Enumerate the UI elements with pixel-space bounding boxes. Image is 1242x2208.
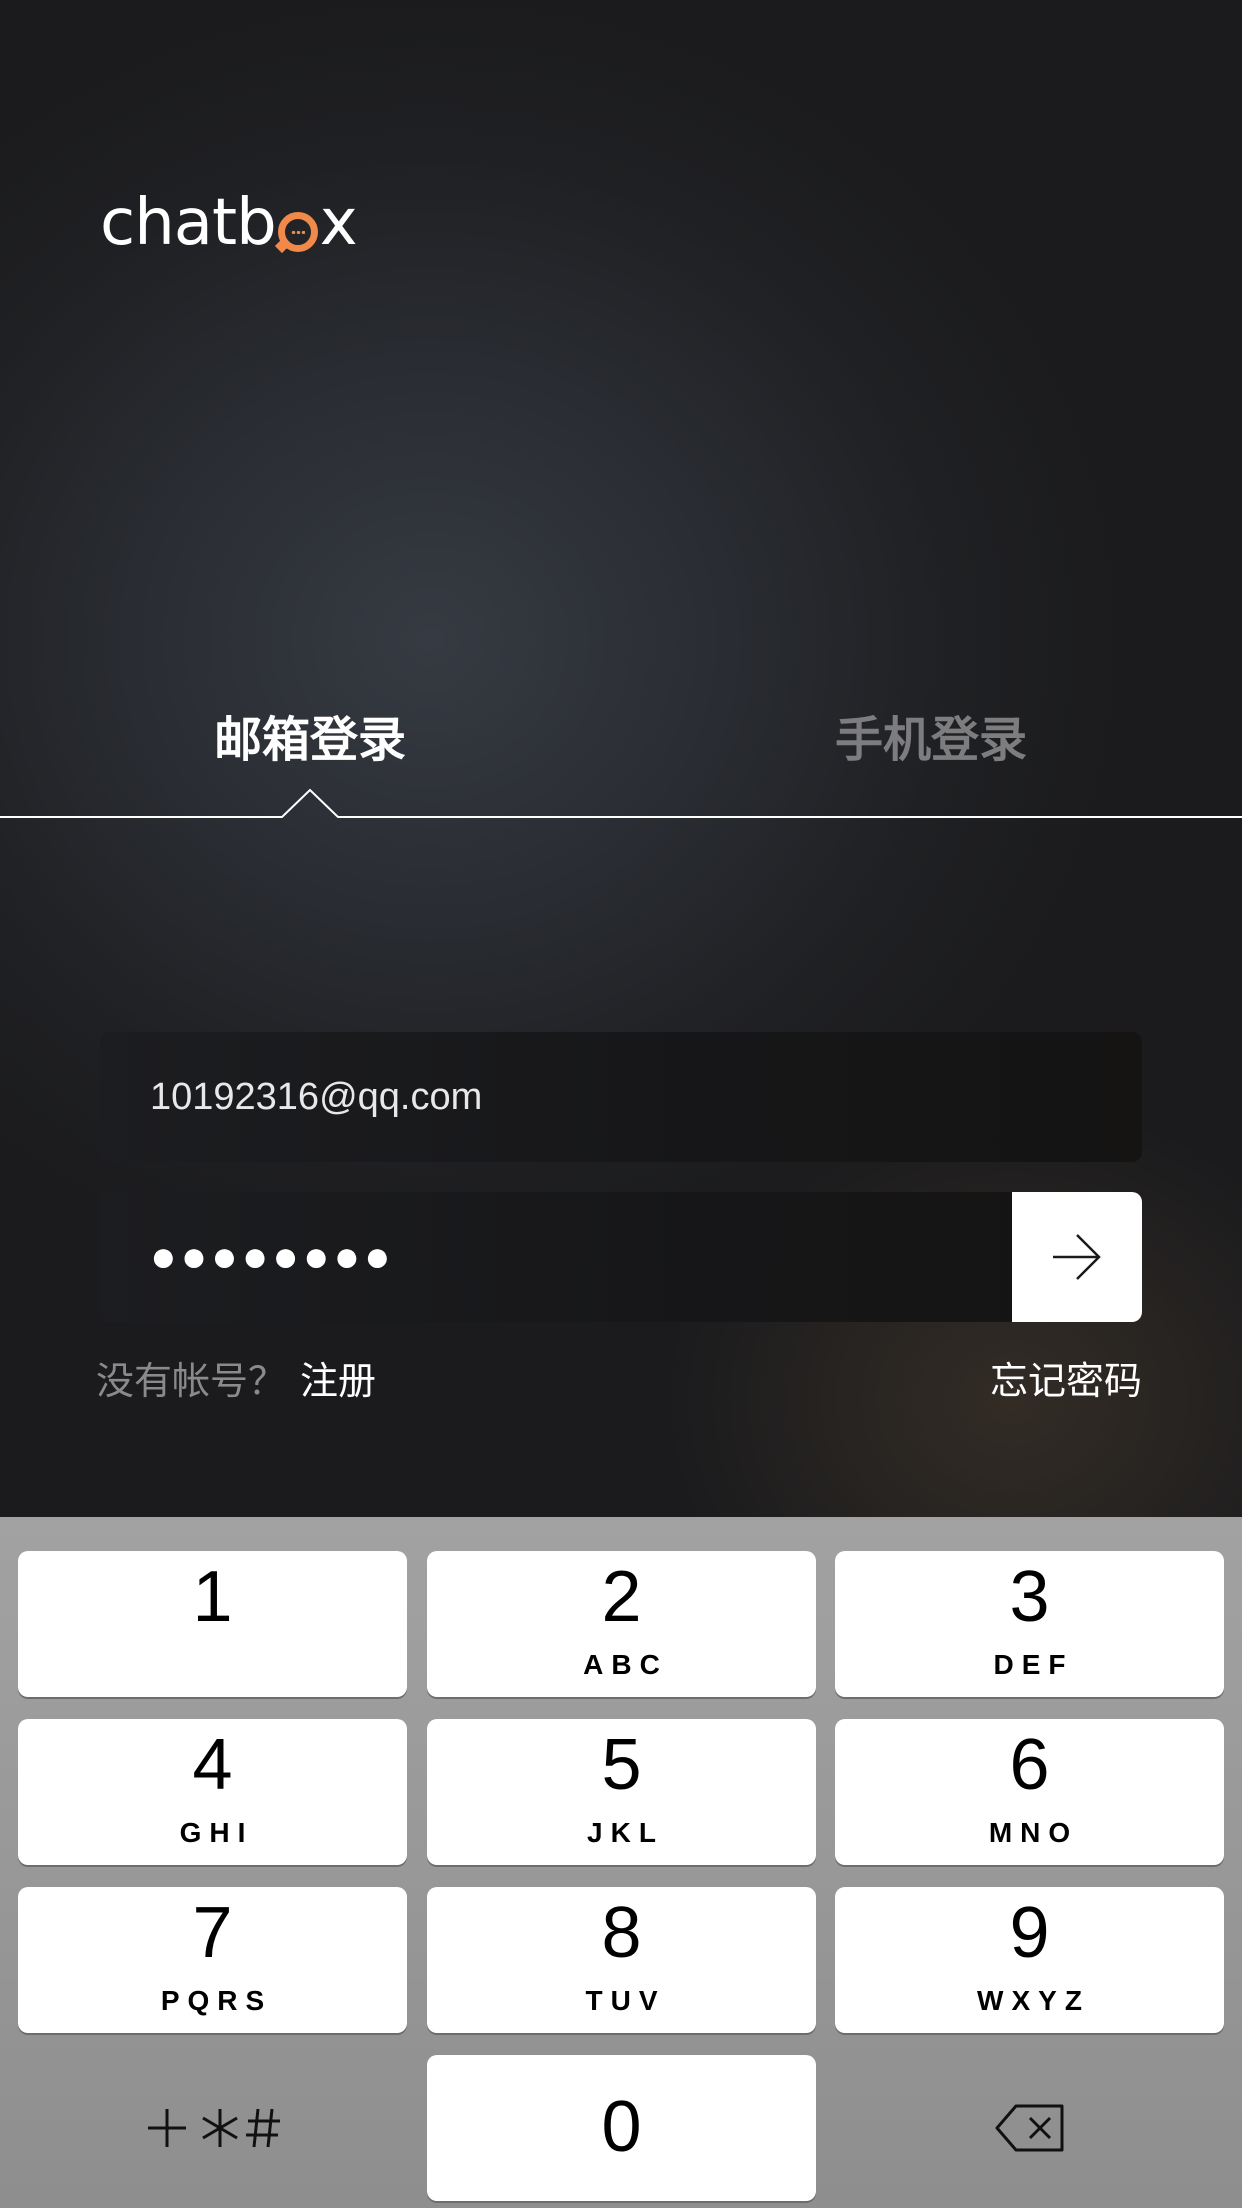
plus-star-hash-icon bbox=[147, 2108, 280, 2148]
tab-indicator-line bbox=[0, 788, 1242, 818]
register-link[interactable]: 注册 bbox=[300, 1361, 376, 1403]
key-number: 5 bbox=[601, 1725, 642, 1805]
key-number: 8 bbox=[601, 1893, 642, 1973]
email-value: 10192316@qq.com bbox=[150, 1075, 483, 1118]
submit-button[interactable] bbox=[1012, 1192, 1142, 1322]
key-2[interactable]: 2 ABC bbox=[427, 1551, 816, 1697]
key-9[interactable]: 9 WXYZ bbox=[835, 1887, 1224, 2033]
key-5[interactable]: 5 JKL bbox=[427, 1719, 816, 1865]
delete-key[interactable] bbox=[835, 2055, 1224, 2201]
key-3[interactable]: 3 DEF bbox=[835, 1551, 1224, 1697]
account-links: 没有帐号？ 注册 忘记密码 bbox=[96, 1350, 1142, 1410]
symbols-key[interactable] bbox=[18, 2055, 407, 2201]
tab-indicator-caret bbox=[0, 788, 1242, 818]
tab-email-login[interactable]: 邮箱登录 bbox=[160, 700, 460, 770]
forgot-password-link[interactable]: 忘记密码 bbox=[990, 1350, 1142, 1405]
key-number: 3 bbox=[1009, 1557, 1050, 1637]
chat-bubble-icon bbox=[277, 212, 318, 252]
key-letters: JKL bbox=[587, 1817, 664, 1848]
password-value: ●●●●●●●● bbox=[150, 1232, 395, 1281]
key-4[interactable]: 4 GHI bbox=[18, 1719, 407, 1865]
login-screen: chatb x 邮箱登录 手机登录 10192316@qq.com ●●●●●●●… bbox=[0, 0, 1242, 2208]
tab-phone-login[interactable]: 手机登录 bbox=[781, 700, 1081, 770]
email-field[interactable]: 10192316@qq.com bbox=[100, 1032, 1142, 1162]
key-letters: TUV bbox=[585, 1985, 666, 2016]
logo-text-start: chatb bbox=[100, 186, 277, 260]
key-number: 9 bbox=[1009, 1893, 1050, 1973]
key-number: 0 bbox=[601, 2087, 642, 2167]
chatbox-logo: chatb x bbox=[100, 186, 358, 260]
key-number: 6 bbox=[1009, 1725, 1050, 1805]
key-letters: WXYZ bbox=[977, 1985, 1090, 2016]
no-account-text: 没有帐号？ bbox=[96, 1361, 287, 1403]
key-6[interactable]: 6 MNO bbox=[835, 1719, 1224, 1865]
key-0[interactable]: 0 bbox=[427, 2055, 816, 2201]
key-letters: GHI bbox=[179, 1817, 254, 1848]
password-field[interactable]: ●●●●●●●● bbox=[100, 1192, 1142, 1322]
arrow-right-icon bbox=[1053, 1234, 1101, 1280]
key-letters: ABC bbox=[583, 1649, 668, 1680]
key-letters: MNO bbox=[988, 1817, 1079, 1848]
key-7[interactable]: 7 PQRS bbox=[18, 1887, 407, 2033]
key-number: 2 bbox=[601, 1557, 642, 1637]
key-8[interactable]: 8 TUV bbox=[427, 1887, 816, 2033]
numeric-keypad: 1 2 ABC 3 DEF 4 GHI 5 JKL 6 MNO 7 PQRS 8 bbox=[0, 1517, 1242, 2208]
logo-text-end: x bbox=[319, 186, 358, 260]
key-number: 4 bbox=[192, 1725, 233, 1805]
key-letters: PQRS bbox=[160, 1985, 273, 2016]
backspace-icon bbox=[995, 2104, 1063, 2152]
key-number: 7 bbox=[192, 1893, 233, 1973]
key-1[interactable]: 1 bbox=[18, 1551, 407, 1697]
key-number: 1 bbox=[192, 1557, 233, 1637]
key-letters: DEF bbox=[993, 1649, 1074, 1680]
